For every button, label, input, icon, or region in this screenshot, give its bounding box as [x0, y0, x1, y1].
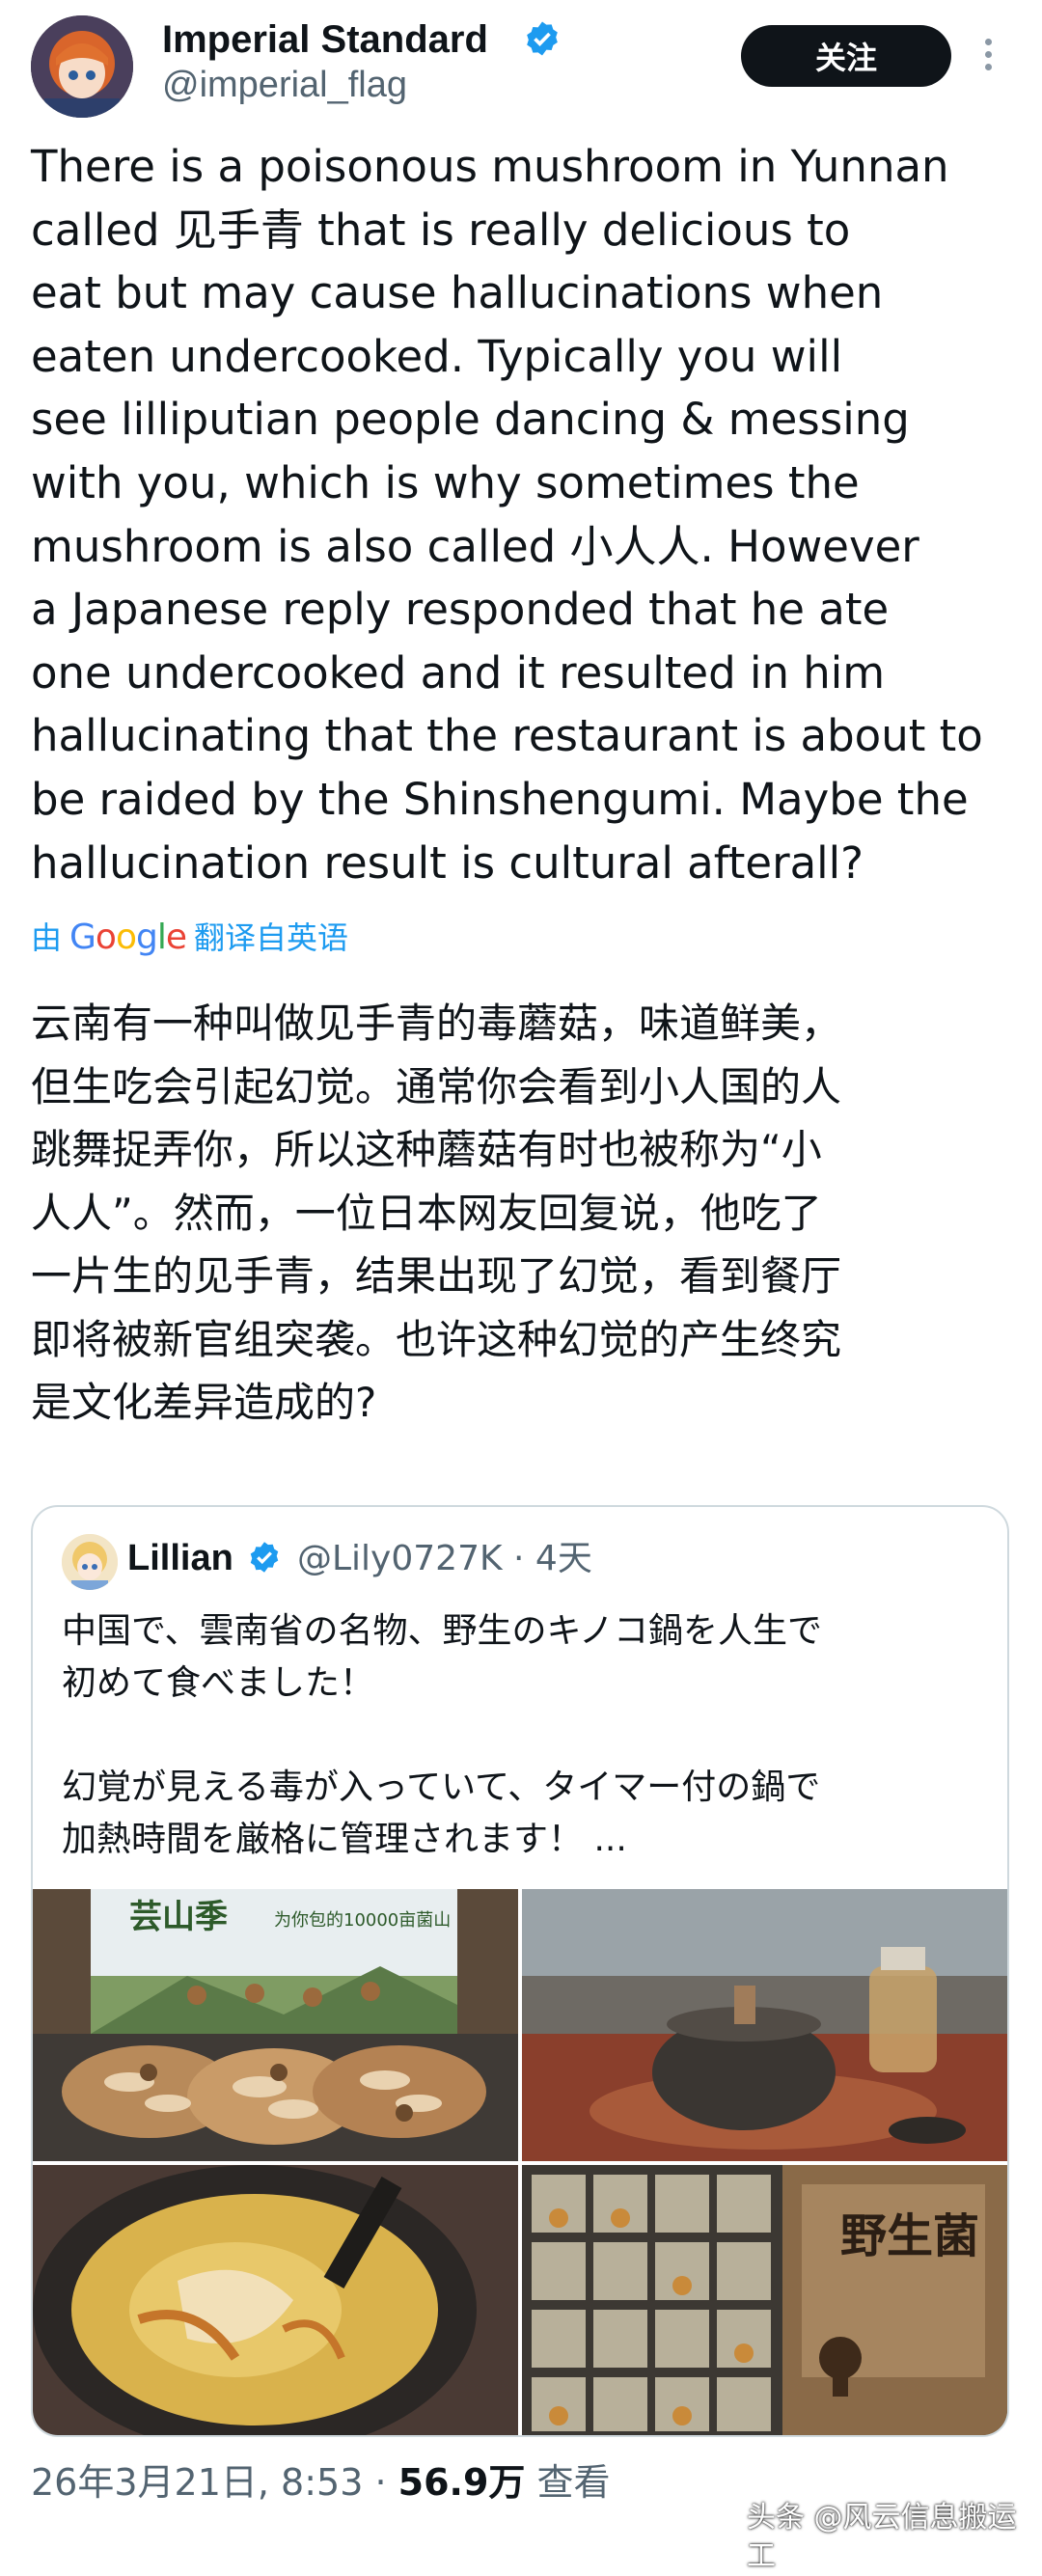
photo-soup-bowl[interactable]	[33, 2165, 518, 2435]
verified-badge-icon	[523, 19, 562, 58]
author-display-name[interactable]: Imperial Standard	[162, 17, 488, 62]
media-grid: 芸山季 为你包的10000亩菌山 野生菌	[33, 1889, 1007, 2435]
translate-suffix: 翻译自英语	[194, 919, 349, 956]
translation-attribution[interactable]: 由 Google 翻译自英语	[31, 918, 348, 957]
author-avatar[interactable]	[31, 15, 133, 118]
quoted-author-name[interactable]: Lillian	[127, 1536, 233, 1580]
view-count-label: 查看	[525, 2461, 611, 2504]
view-count: 56.9万	[398, 2461, 526, 2504]
source-watermark: 头条 @风云信息搬运工	[747, 2501, 1017, 2573]
translated-tweet-text: 云南有一种叫做见手青的毒蘑菇，味道鲜美， 但生吃会引起幻觉。通常你会看到小人国的…	[31, 1000, 842, 1426]
platter-slogan: 为你包的10000亩菌山	[274, 1910, 451, 1931]
translate-prefix: 由	[31, 919, 63, 956]
quoted-author-avatar[interactable]	[62, 1534, 118, 1590]
photo-timer-pot[interactable]	[522, 1889, 1007, 2161]
tweet-timestamp: 26年3月21日, 8:53 · 56.9万 查看	[31, 2458, 610, 2507]
photo-mushroom-display[interactable]: 野生菌	[522, 2165, 1007, 2435]
display-sign: 野生菌	[840, 2209, 979, 2263]
quoted-handle-and-time: @Lily0727K · 4天	[297, 1539, 592, 1578]
quoted-tweet-text: 中国で、雲南省の名物、野生のキノコ鍋を人生で 初めて食べました！ 幻覚が見える毒…	[62, 1611, 823, 1859]
follow-button[interactable]: 关注	[741, 25, 951, 87]
tweet-text: There is a poisonous mushroom in Yunnan …	[31, 141, 983, 889]
quoted-tweet-card[interactable]: Lillian @Lily0727K · 4天 中国で、雲南省の名物、野生のキノ…	[31, 1505, 1009, 2437]
photo-mushroom-platter[interactable]: 芸山季 为你包的10000亩菌山	[33, 1889, 518, 2161]
quoted-verified-badge-icon	[247, 1540, 282, 1575]
more-options-icon[interactable]	[978, 35, 998, 77]
platter-brand: 芸山季	[129, 1898, 228, 1936]
google-logo: Google	[69, 918, 187, 957]
tweet-date: 26年3月21日, 8:53 ·	[31, 2461, 398, 2504]
author-handle[interactable]: @imperial_flag	[162, 64, 407, 106]
